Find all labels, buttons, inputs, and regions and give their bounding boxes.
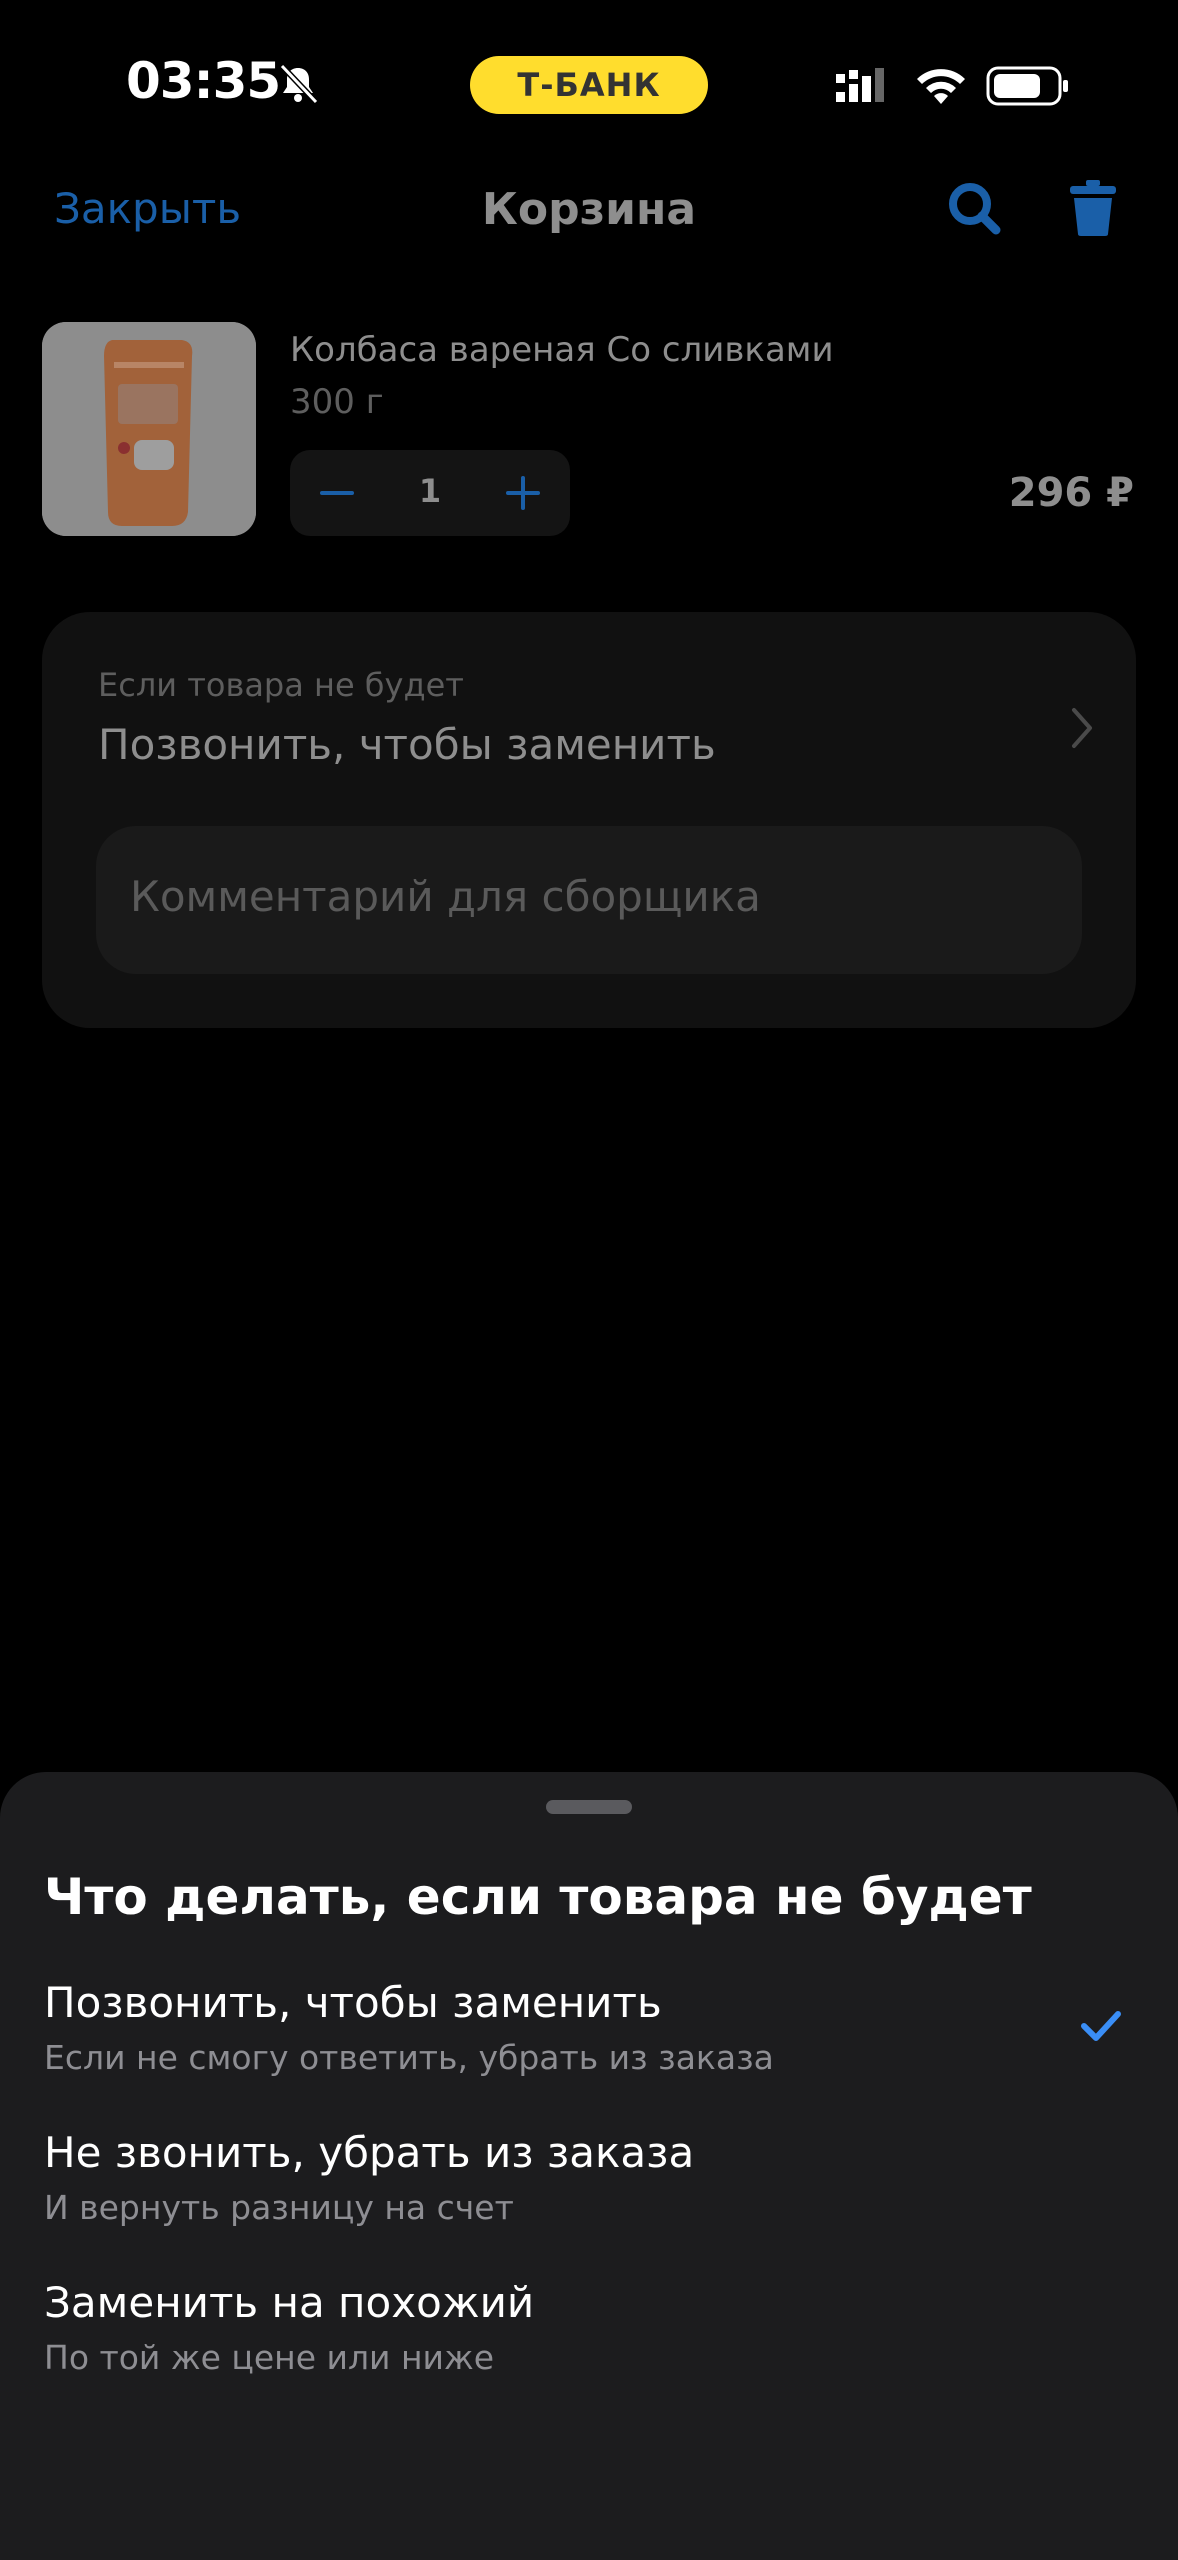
bell-off-icon [279, 63, 319, 105]
product-image[interactable] [42, 322, 256, 536]
replacement-value: Позвонить, чтобы заменить [98, 720, 716, 769]
trash-icon[interactable] [1068, 178, 1118, 238]
quantity-stepper: 1 [290, 450, 570, 536]
sheet-grabber[interactable] [546, 1800, 632, 1814]
product-name[interactable]: Колбаса вареная Со сливками [290, 330, 834, 370]
option-call-to-replace[interactable]: Позвонить, чтобы заменить Если не смогу … [44, 1978, 1134, 2118]
option-replace-similar[interactable]: Заменить на похожий По той же цене или н… [44, 2278, 1134, 2418]
option-subtitle: Если не смогу ответить, убрать из заказа [44, 2038, 774, 2077]
option-remove-from-order[interactable]: Не звонить, убрать из заказа И вернуть р… [44, 2128, 1134, 2268]
wifi-icon [917, 69, 965, 104]
sheet-title: Что делать, если товара не будет [44, 1868, 1032, 1926]
search-icon[interactable] [946, 178, 1002, 238]
bank-badge[interactable]: Т-БАНК [470, 56, 708, 114]
option-title: Позвонить, чтобы заменить [44, 1978, 662, 2027]
product-price: 296 ₽ [1008, 470, 1134, 516]
status-time: 03:35 [126, 52, 281, 110]
product-weight: 300 г [290, 382, 384, 422]
comment-placeholder: Комментарий для сборщика [130, 872, 761, 921]
replacement-caption: Если товара не будет [98, 666, 464, 704]
option-title: Не звонить, убрать из заказа [44, 2128, 695, 2177]
comment-input[interactable]: Комментарий для сборщика [96, 826, 1082, 974]
plus-icon[interactable] [500, 470, 546, 516]
option-subtitle: По той же цене или ниже [44, 2338, 495, 2377]
replacement-card[interactable]: Если товара не будет Позвонить, чтобы за… [42, 612, 1136, 1028]
cellular-signal-icon [836, 68, 884, 102]
battery-icon [986, 66, 1068, 106]
chevron-right-icon [1072, 708, 1092, 748]
checkmark-icon [1081, 2011, 1121, 2041]
option-title: Заменить на похожий [44, 2278, 535, 2327]
sausage-package-icon [42, 322, 256, 536]
option-subtitle: И вернуть разницу на счет [44, 2188, 514, 2227]
bottom-sheet: Что делать, если товара не будет Позвони… [0, 1772, 1178, 2560]
